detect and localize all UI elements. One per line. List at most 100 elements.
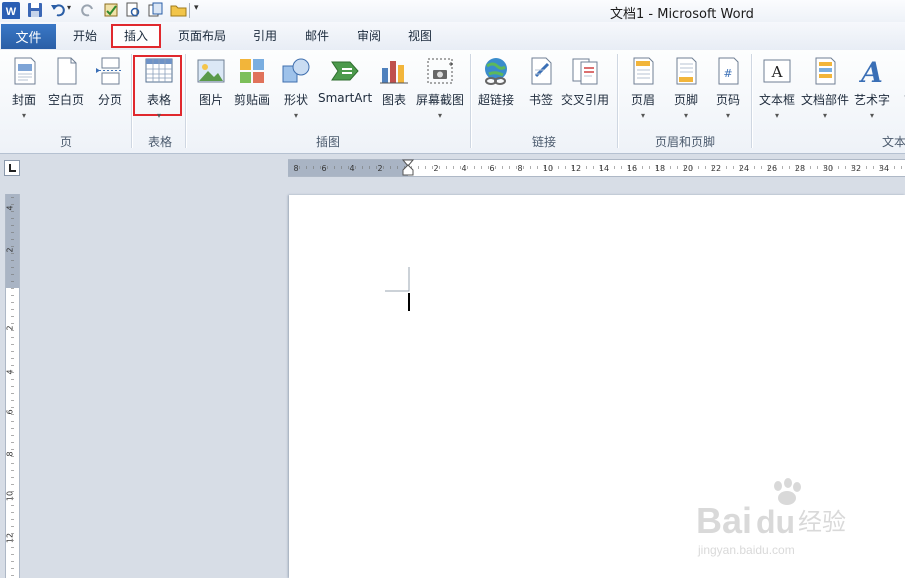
ruler-label: 6	[321, 164, 326, 173]
wordart-label: 艺术字	[854, 93, 891, 107]
chevron-down-icon: ▾	[725, 111, 730, 120]
ruler-label: 4	[6, 205, 15, 210]
chevron-down-icon: ▾	[293, 111, 298, 120]
drop-cap-icon	[895, 56, 905, 86]
copy-format-icon[interactable]	[148, 2, 164, 19]
group-separator	[185, 54, 187, 148]
vertical-ruler[interactable]: 4 2 2 4 6 8 10 12	[5, 194, 20, 578]
chart-icon	[380, 61, 408, 84]
chevron-down-icon: ▾	[156, 111, 161, 120]
svg-text:A: A	[858, 56, 883, 86]
group-label-text: 文本	[882, 135, 905, 149]
page-break-icon	[96, 57, 121, 85]
bookmark-icon	[531, 57, 552, 85]
text-box-icon: A	[763, 59, 791, 83]
open-folder-icon[interactable]	[170, 2, 187, 19]
quick-parts-label: 文档部件	[801, 93, 850, 107]
group-separator	[470, 54, 472, 148]
tab-home[interactable]: 开始	[73, 27, 97, 44]
wordart-icon: A	[858, 56, 883, 86]
ruler-label: 4	[349, 164, 354, 173]
page-number-button[interactable]: # 页码 ▾	[713, 56, 743, 120]
undo-icon[interactable]	[50, 2, 66, 19]
smartart-button[interactable]: SmartArt	[318, 56, 372, 105]
header-icon	[633, 57, 654, 85]
tab-stop-icon	[9, 164, 16, 172]
baidu-jingyan-watermark: Bai du 经验 jingyan.baidu.com	[694, 478, 884, 568]
word-app-icon[interactable]: W	[2, 2, 20, 19]
chevron-down-icon: ▾	[21, 111, 26, 120]
smartart-icon	[331, 61, 359, 81]
spelling-icon[interactable]	[103, 2, 119, 19]
indent-marker[interactable]	[402, 159, 414, 177]
cross-reference-button[interactable]: 交叉引用	[561, 56, 609, 108]
screenshot-button[interactable]: 屏幕截图 ▾	[416, 56, 464, 120]
tab-view[interactable]: 视图	[408, 27, 432, 44]
horizontal-ruler[interactable]: 8 6 4 2 2 4 6 8 10 12 14 16 18 20 22 24 26 28 30 32 34	[288, 159, 905, 177]
watermark-url: jingyan.baidu.com	[697, 543, 795, 557]
customize-dropdown-icon[interactable]: ▾	[194, 3, 199, 20]
undo-dropdown-icon[interactable]: ▾	[67, 3, 71, 20]
wordart-button[interactable]: A 艺术字 ▾	[854, 56, 890, 120]
chevron-down-icon: ▾	[438, 111, 443, 120]
header-button[interactable]: 页眉 ▾	[628, 56, 658, 120]
redo-icon[interactable]	[80, 2, 96, 19]
footer-button[interactable]: 页脚 ▾	[671, 56, 701, 120]
chevron-down-icon: ▾	[775, 111, 780, 120]
table-button[interactable]: 表格 ▾	[144, 56, 174, 120]
page-number-icon: #	[718, 57, 739, 85]
svg-text:W: W	[6, 6, 17, 18]
hyperlink-button[interactable]: 超链接	[478, 56, 514, 108]
picture-label: 图片	[198, 93, 223, 107]
text-box-button[interactable]: A 文本框 ▾	[759, 56, 795, 120]
smartart-label: SmartArt	[318, 91, 373, 105]
drop-cap-button[interactable]: 首	[895, 56, 905, 108]
picture-button[interactable]: 图片	[196, 56, 226, 108]
cross-reference-icon	[572, 58, 598, 85]
ruler-label: 8	[6, 451, 15, 456]
chevron-down-icon: ▾	[640, 111, 645, 120]
group-separator	[617, 54, 619, 148]
tab-references[interactable]: 引用	[253, 27, 277, 44]
shapes-button[interactable]: 形状 ▾	[281, 56, 311, 120]
screenshot-label: 屏幕截图	[416, 93, 465, 107]
cover-page-button[interactable]: 封面 ▾	[9, 56, 39, 120]
group-label-header-footer: 页眉和页脚	[655, 135, 716, 149]
svg-text:A: A	[771, 63, 783, 81]
ruler-label: 6	[489, 164, 494, 173]
tab-insert[interactable]: 插入	[124, 27, 148, 44]
chevron-down-icon: ▾	[870, 111, 875, 120]
margin-corner-mark	[385, 267, 410, 292]
horizontal-ruler-ticks: 8 6 4 2 2 4 6 8 10 12 14 16 18 20 22 24 26 28 30 32 34	[293, 164, 902, 173]
print-preview-icon[interactable]	[125, 2, 141, 19]
save-icon[interactable]	[27, 2, 43, 19]
quick-parts-icon	[815, 57, 836, 85]
tab-mailings[interactable]: 邮件	[305, 27, 329, 44]
ruler-label: 2	[377, 164, 382, 173]
cross-reference-label: 交叉引用	[561, 93, 610, 107]
clip-art-icon	[240, 59, 264, 83]
cover-page-label: 封面	[11, 93, 36, 107]
group-label-pages: 页	[60, 135, 73, 149]
table-label: 表格	[146, 93, 171, 107]
text-cursor	[408, 293, 410, 311]
tab-stop-selector[interactable]	[4, 160, 20, 176]
bookmark-button[interactable]: 书签	[526, 56, 556, 108]
screenshot-icon	[427, 58, 453, 84]
chevron-down-icon: ▾	[823, 111, 828, 120]
quick-parts-button[interactable]: 文档部件 ▾	[801, 56, 849, 120]
tab-review[interactable]: 审阅	[357, 27, 381, 44]
tab-page-layout[interactable]: 页面布局	[178, 27, 226, 44]
clip-art-button[interactable]: 剪贴画	[234, 56, 270, 108]
chart-button[interactable]: 图表	[379, 56, 409, 108]
chevron-down-icon: ▾	[683, 111, 688, 120]
hyperlink-icon	[485, 58, 507, 85]
ruler-label: 8	[293, 164, 298, 173]
blank-page-button[interactable]: 空白页	[48, 56, 84, 108]
page-break-button[interactable]: 分页	[95, 56, 125, 108]
group-label-tables: 表格	[148, 135, 173, 149]
ruler-label: 4	[461, 164, 466, 173]
ruler-label: 6	[6, 409, 15, 414]
tab-file[interactable]: 文件	[1, 24, 56, 49]
group-separator	[751, 54, 753, 148]
